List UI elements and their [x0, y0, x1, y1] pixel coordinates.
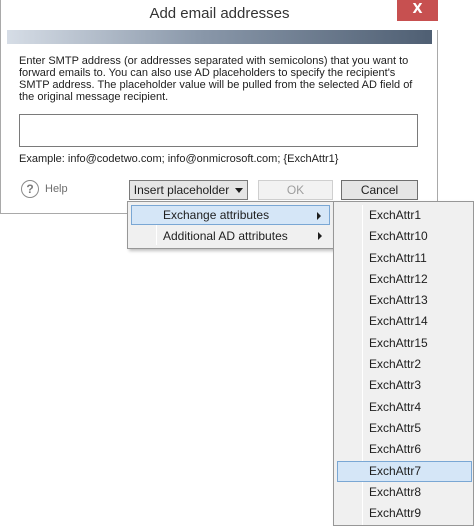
- submenu-item-exchattr5[interactable]: ExchAttr5: [337, 418, 472, 439]
- submenu-item-exchattr8[interactable]: ExchAttr8: [337, 482, 472, 503]
- submenu-item-exchattr6[interactable]: ExchAttr6: [337, 439, 472, 460]
- submenu-item-exchattr7[interactable]: ExchAttr7: [337, 460, 472, 482]
- menu-item-label: Exchange attributes: [163, 208, 270, 222]
- submenu-item-exchattr2[interactable]: ExchAttr2: [337, 354, 472, 375]
- placeholder-menu: Exchange attributes Additional AD attrib…: [127, 201, 334, 249]
- submenu-item-exchattr1[interactable]: ExchAttr1: [337, 205, 472, 226]
- help-icon[interactable]: ?: [21, 180, 39, 198]
- ok-button[interactable]: OK: [258, 180, 333, 200]
- exchange-attributes-submenu: ExchAttr1 ExchAttr10 ExchAttr11 ExchAttr12 E…: [333, 201, 474, 526]
- add-email-dialog: Add email addresses X Enter SMTP address…: [0, 0, 438, 214]
- example-text: Example: info@codetwo.com; info@onmicros…: [19, 153, 339, 165]
- help-link[interactable]: Help: [45, 183, 68, 195]
- close-icon: X: [412, 2, 423, 17]
- dropdown-caret-icon: [235, 188, 244, 194]
- insert-placeholder-label: Insert placeholder: [133, 183, 230, 197]
- submenu-item-exchattr3[interactable]: ExchAttr3: [337, 375, 472, 396]
- close-button[interactable]: X: [397, 0, 438, 21]
- cancel-button[interactable]: Cancel: [341, 180, 418, 200]
- submenu-item-exchattr9[interactable]: ExchAttr9: [337, 503, 472, 524]
- menu-item-exchange-attributes[interactable]: Exchange attributes: [131, 205, 330, 225]
- insert-placeholder-button[interactable]: Insert placeholder: [129, 180, 248, 200]
- dialog-title: Add email addresses: [149, 5, 290, 22]
- submenu-item-exchattr15[interactable]: ExchAttr15: [337, 333, 472, 354]
- submenu-list: ExchAttr1 ExchAttr10 ExchAttr11 ExchAttr12 E…: [337, 205, 472, 524]
- submenu-item-exchattr11[interactable]: ExchAttr11: [337, 248, 472, 269]
- menu-item-additional-ad-attributes[interactable]: Additional AD attributes: [131, 226, 330, 246]
- instructions-text: Enter SMTP address (or addresses separat…: [19, 55, 413, 103]
- submenu-item-exchattr12[interactable]: ExchAttr12: [337, 269, 472, 290]
- submenu-arrow-icon: [317, 212, 321, 220]
- submenu-arrow-icon: [318, 232, 322, 240]
- title-bar[interactable]: Add email addresses X: [1, 0, 438, 30]
- submenu-item-exchattr13[interactable]: ExchAttr13: [337, 290, 472, 311]
- submenu-item-exchattr14[interactable]: ExchAttr14: [337, 311, 472, 332]
- submenu-item-exchattr4[interactable]: ExchAttr4: [337, 397, 472, 418]
- submenu-item-exchattr10[interactable]: ExchAttr10: [337, 226, 472, 247]
- menu-item-label: Additional AD attributes: [163, 229, 288, 243]
- email-address-input[interactable]: [19, 114, 418, 147]
- header-banner: [7, 30, 432, 44]
